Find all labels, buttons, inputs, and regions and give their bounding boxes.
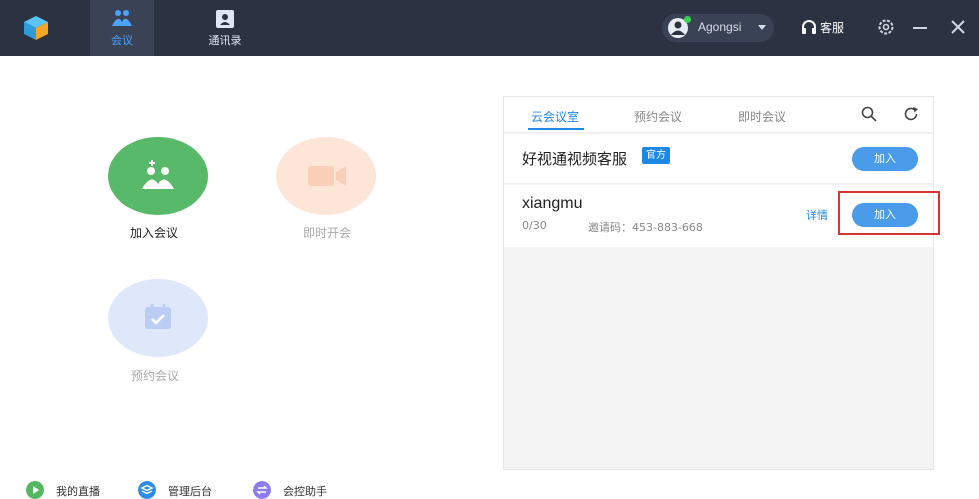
video-camera-icon [308, 166, 346, 186]
room-name: 好视通视频客服 [522, 150, 628, 168]
join-button[interactable]: 加入 [852, 147, 918, 171]
customer-service-label: 客服 [820, 21, 845, 35]
headset-icon [802, 20, 816, 34]
switch-arrows-icon [253, 481, 271, 499]
active-tab-indicator [528, 128, 584, 130]
contacts-icon [216, 10, 234, 28]
admin-console-label: 管理后台 [168, 485, 212, 498]
tab-meeting-label: 会议 [111, 34, 133, 47]
join-people-icon [142, 160, 174, 189]
refresh-icon[interactable] [902, 105, 920, 123]
tab-contacts[interactable]: 通讯录 [193, 0, 257, 56]
gear-icon[interactable] [876, 17, 896, 37]
minimize-icon[interactable] [913, 27, 927, 29]
close-icon[interactable] [949, 18, 967, 36]
layers-icon [138, 481, 156, 499]
participant-count: 0/30 [522, 219, 547, 232]
meeting-people-icon [112, 10, 132, 26]
join-meeting-circle[interactable] [108, 137, 208, 215]
meeting-room-panel: 云会议室 预约会议 即时会议 好视通视频客服 官方 加入 xiangmu 0/3… [503, 96, 934, 470]
tab-meeting[interactable]: 会议 [90, 0, 154, 56]
app-logo-icon [24, 16, 48, 40]
my-live-label: 我的直播 [56, 485, 100, 498]
online-status-dot [684, 16, 691, 23]
schedule-meeting-label: 预约会议 [131, 369, 180, 383]
meeting-assistant-label: 会控助手 [283, 485, 327, 498]
chevron-down-icon [758, 25, 766, 30]
join-meeting-label: 加入会议 [130, 226, 179, 240]
highlight-box [838, 191, 940, 235]
instant-meeting-label: 即时开会 [303, 226, 352, 240]
invite-code: 邀请码：453-883-668 [588, 221, 703, 234]
list-item: 好视通视频客服 官方 加入 [504, 134, 933, 184]
tab-instant-meeting[interactable]: 即时会议 [738, 108, 786, 125]
play-icon [26, 481, 44, 499]
top-bar: 会议 通讯录 Agongsi 客服 [0, 0, 979, 56]
panel-tabs: 云会议室 预约会议 即时会议 [504, 97, 933, 133]
tab-contacts-label: 通讯录 [208, 34, 242, 47]
official-badge: 官方 [642, 147, 670, 164]
tab-cloud-room[interactable]: 云会议室 [531, 108, 579, 125]
room-name: xiangmu [522, 195, 583, 212]
calendar-icon [145, 304, 171, 329]
tab-scheduled-meeting[interactable]: 预约会议 [634, 108, 682, 125]
user-menu[interactable]: Agongsi [662, 14, 774, 42]
instant-meeting-circle[interactable] [276, 137, 376, 215]
search-icon[interactable] [860, 105, 878, 123]
user-name: Agongsi [698, 20, 742, 34]
details-link[interactable]: 详情 [806, 207, 828, 223]
schedule-meeting-circle[interactable] [108, 279, 208, 357]
